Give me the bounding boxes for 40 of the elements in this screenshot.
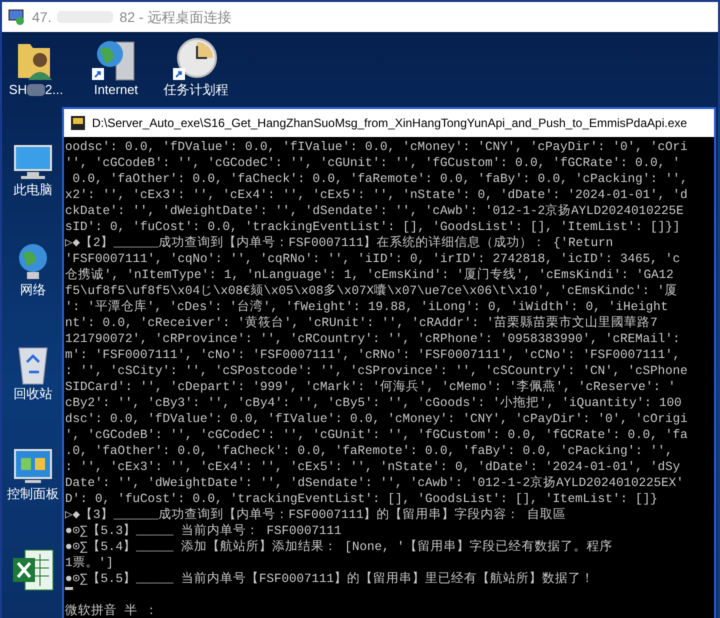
console-line: ●⊙∑【5.3】_____ 当前内单号： FSF0007111 — [65, 523, 343, 539]
console-line: 121790072', 'cRProvince': '', 'cRCountry': '', 'cRPhone': '0958383990', 'cREMail': — [65, 331, 682, 347]
console-line: oodsc': 0.0, 'fDValue': 0.0, 'fIValue': 0.0, 'cMoney': 'CNY', 'cPayDir': '0', 'cOri — [65, 139, 689, 155]
console-line: 0.0, 'faOther': 0.0, 'faCheck': 0.0, 'faRemote': 0.0, 'faBy': 0.0, 'cPacking': '', — [72, 171, 689, 187]
console-line: dsc': 0.0, 'fDValue': 0.0, 'fIValue': 0.0, 'cMoney': 'CNY', 'cPayDir': '0', 'cOrigi — [65, 411, 689, 427]
console-title: D:\Server_Auto_exe\S16_Get_HangZhanSuoMsg_from_XinHangTongYunApi_and_Push_to_EmmisPdaApi.exe — [92, 115, 688, 132]
console-line: 仓携诚', 'nItemType': 1, 'nLanguage': 1, 'cEmsKind': '厦门专线', 'cEmsKindi': 'GA12 — [65, 267, 675, 283]
console-line: '', 'cGCodeB': '', 'cGCodeC': '', 'cGUnit': '', 'fGCustom': 0.0, 'fGCRate': 0.0, ' — [65, 155, 682, 171]
icon-label[interactable]: Internet — [94, 82, 138, 98]
console-line: ': '平潭仓库', 'cDes': '台湾', 'fWeight': 19.88, 'iLong': 0, 'iWidth': 0, 'iHeight — [65, 299, 670, 315]
console-line: : '', 'cSCity': '', 'cSPostcode': '', 'cSProvince': '', 'cSCountry': 'CN', 'cSPhone — [65, 363, 689, 379]
console-line: ▷◆【2】______成功查询到【内单号：FSF0007111】在系统的详细信息（成功）： {'Return — [65, 235, 614, 251]
icon-label[interactable]: 网络 — [20, 282, 46, 298]
icon-label[interactable]: 2... — [44, 82, 64, 98]
icon-label[interactable]: SH — [8, 82, 27, 98]
console-line: Date': '', 'dWeightDate': '', 'dSendate': '', 'cAwb': '012-1-2京扬AYLD2024010225EX' — [65, 475, 685, 491]
console-line: ', 'cGCodeB': '', 'cGCodeC': '', 'cGUnit': '', 'fGCustom': 0.0, 'fGCRate': 0.0, 'fa — [65, 427, 689, 443]
console-line: f5\uf8f5\uf8f5\x04じ\x08€颏\x05\x08多\x07X囔\x07\ue7ce\x06\t\x10', 'cEmsKindc': '厦 — [65, 283, 679, 299]
console-line: cBy2': '', 'cBy3': '', 'cBy4': '', 'cBy5': '', 'cGoods': '小拖把', 'iQuantity': 100 — [65, 395, 683, 411]
console-line: D': 0, 'fuCost': 0.0, 'trackingEventList': [], 'GoodsList': [], 'ItemList': []} — [65, 491, 659, 507]
window-title: 82 - 远程桌面连接 — [119, 8, 232, 26]
console-line: x2': '', 'cEx3': '', 'cEx4': '', 'cEx5': '', 'nState': 0, 'dDate': '2024-01-01', 'd — [65, 187, 689, 203]
console-line: ckDate': '', 'dWeightDate': '', 'dSendate': '', 'cAwb': '012-1-2京扬AYLD2024010225E — [65, 203, 685, 219]
icon-label[interactable]: 控制面板 — [7, 486, 59, 502]
console-line: 微软拼音 半 ： — [65, 603, 160, 618]
console-line: SIDCard': '', 'cDepart': '999', 'cMark': '何海兵', 'cMemo': '李佩燕', 'cReserve': ' — [65, 379, 677, 395]
console-line: 'FSF0007111', 'cqNo': '', 'cqRNo': '', 'iID': 0, 'irID': 2742818, 'icID': 3465, 'c — [65, 251, 682, 267]
console-line: ●⊙∑【5.4】_____ 添加【航站所】添加结果： [None, '【留用串】字段已经有数据了。程序 — [65, 539, 614, 555]
icon-label[interactable]: 任务计划程 — [164, 82, 228, 98]
console-line: : '', 'cEx3': '', 'cEx4': '', 'cEx5': '', 'nState': 0, 'dDate': '2024-01-01', 'dSy — [65, 459, 682, 475]
icon-label[interactable]: 此电脑 — [14, 182, 52, 198]
icon-label[interactable]: 回收站 — [14, 386, 52, 402]
window-title: 47. — [32, 8, 52, 26]
console-line: .0, 'faOther': 0.0, 'faCheck': 0.0, 'faRemote': 0.0, 'faBy': 0.0, 'cPacking': '', — [65, 443, 674, 459]
console-line: m': 'FSF0007111', 'cNo': 'FSF0007111', 'cRNo': 'FSF0007111', 'cCNo': 'FSF0007111', — [65, 347, 682, 363]
console-line: ●⊙∑【5.5】_____ 当前内单号【FSF0007111】的【留用串】里已经有【航站所】数据了！ — [65, 571, 596, 587]
console-line: sID': 0, 'fuCost': 0.0, 'trackingEventList': [], 'GoodsList': [], 'ItemList': []}] — [65, 219, 682, 235]
console-line: nt': 0.0, 'cReceiver': '黄筱台', 'cRUnit': '', 'cRAddr': '苗栗縣苗栗市文山里國華路7 — [65, 315, 659, 331]
console-line: 1票。'] — [65, 555, 115, 571]
console-line: ▷◆【3】______成功查询到【内单号：FSF0007111】的【留用串】字段内容： 自取區 — [65, 507, 568, 523]
